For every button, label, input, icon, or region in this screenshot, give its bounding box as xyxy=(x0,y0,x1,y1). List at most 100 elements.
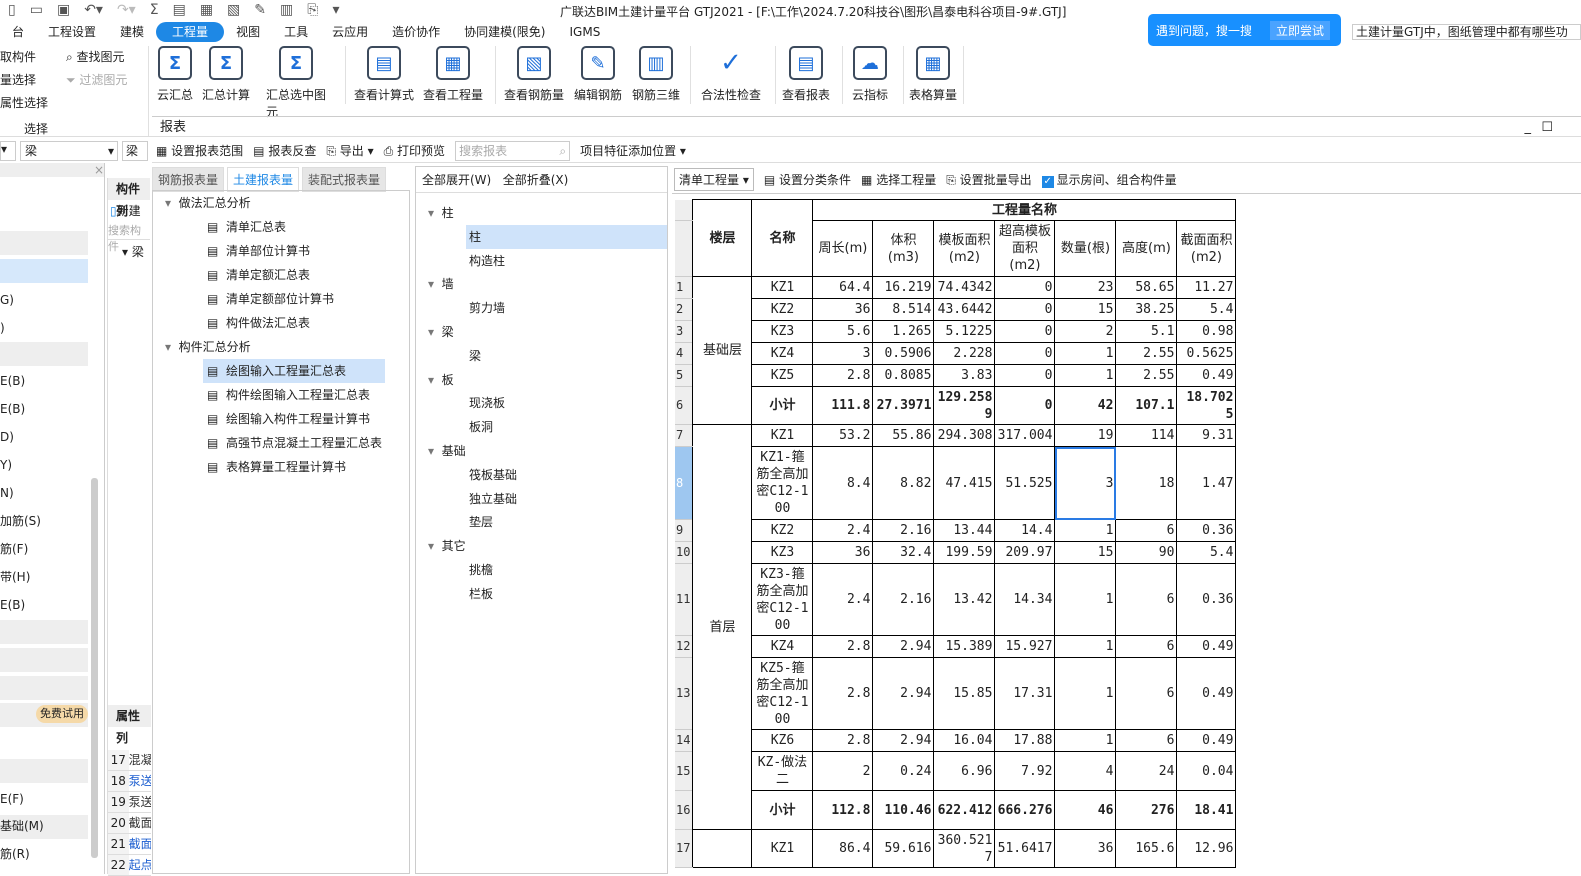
value-cell[interactable]: 55.86 xyxy=(872,424,935,447)
ribbon-pick-component[interactable]: 取构件 xyxy=(0,48,36,65)
property-row[interactable]: 22 起点 xyxy=(108,855,151,876)
menu-item[interactable]: 台 xyxy=(0,22,36,42)
row-number[interactable]: 6 xyxy=(675,386,693,425)
batch-export-button[interactable]: ⎘ 设置批量导出 xyxy=(946,171,1031,188)
category-item[interactable]: 挑檐 xyxy=(466,558,667,582)
menu-item[interactable]: 工程量 xyxy=(156,22,225,42)
nav-item[interactable]: 加筋(S) xyxy=(0,509,88,533)
value-cell[interactable]: 107.1 xyxy=(1115,386,1178,425)
name-cell[interactable]: KZ1 xyxy=(751,829,814,868)
value-cell[interactable]: 0.49 xyxy=(1176,729,1237,752)
report-item[interactable]: ▤ 清单定额汇总表 xyxy=(203,263,385,287)
report-item[interactable]: ▤ 绘图输入构件工程量计算书 xyxy=(203,407,385,431)
row-header[interactable] xyxy=(675,220,693,277)
value-cell[interactable]: 2.4 xyxy=(812,563,874,636)
value-cell[interactable]: 1 xyxy=(1054,364,1117,387)
value-cell[interactable]: 6 xyxy=(1115,563,1178,636)
column-header[interactable]: 高度(m) xyxy=(1115,220,1178,277)
report-tab[interactable]: 土建报表量 xyxy=(227,167,300,192)
customize-icon[interactable]: ▾ xyxy=(332,2,339,22)
category-item[interactable]: 垫层 xyxy=(466,510,667,534)
value-cell[interactable]: 17.88 xyxy=(994,729,1056,752)
value-cell[interactable]: 110.46 xyxy=(872,790,935,830)
value-cell[interactable]: 1 xyxy=(1054,635,1117,658)
nav-item[interactable]: E(B) xyxy=(0,397,88,421)
ribbon-batch-select[interactable]: 量选择 xyxy=(0,71,36,88)
row-number[interactable]: 3 xyxy=(675,320,693,343)
value-cell[interactable]: 0.49 xyxy=(1176,635,1237,658)
value-cell[interactable]: 0.98 xyxy=(1176,320,1237,343)
name-cell[interactable]: 小计 xyxy=(751,790,814,830)
value-cell[interactable]: 46 xyxy=(1054,790,1117,830)
help-search-input[interactable]: 土建计量GTJ中，图纸管理中都有哪些功 xyxy=(1352,24,1581,40)
floor-dropdown[interactable]: ▾ xyxy=(0,141,16,161)
category-item[interactable]: 栏板 xyxy=(466,582,667,606)
feature-position-dropdown[interactable]: 项目特征添加位置 ▾ xyxy=(580,142,686,159)
export-button[interactable]: ⎘ 导出 ▾ xyxy=(326,142,373,159)
value-cell[interactable]: 2.8 xyxy=(812,364,874,387)
classify-condition-button[interactable]: ▤ 设置分类条件 xyxy=(764,171,851,188)
value-cell[interactable]: 8.514 xyxy=(872,298,935,321)
menu-item[interactable]: 工具 xyxy=(272,22,320,42)
value-cell[interactable]: 2.94 xyxy=(872,657,935,730)
property-row[interactable]: 18 泵送 xyxy=(108,771,151,792)
value-cell[interactable]: 165.6 xyxy=(1115,829,1178,868)
value-cell[interactable]: 15.85 xyxy=(933,657,996,730)
select-quantity-button[interactable]: ▦ 选择工程量 xyxy=(861,171,936,188)
nav-group-row[interactable] xyxy=(0,342,88,366)
report-item[interactable]: ▤ 绘图输入工程量汇总表 xyxy=(203,359,385,383)
scrollbar[interactable] xyxy=(91,478,98,858)
value-cell[interactable]: 47.415 xyxy=(933,446,996,520)
value-cell[interactable]: 6 xyxy=(1115,657,1178,730)
menu-item[interactable]: 工程设置 xyxy=(36,22,108,42)
close-icon[interactable]: × xyxy=(0,163,104,177)
category-item[interactable]: 板洞 xyxy=(466,415,667,439)
nav-group-row[interactable] xyxy=(0,648,88,672)
property-row[interactable]: 21 截面 xyxy=(108,834,151,855)
nav-item[interactable]: Y) xyxy=(0,453,88,477)
value-cell[interactable]: 114 xyxy=(1115,424,1178,447)
report-item[interactable]: ▤ 构件做法汇总表 xyxy=(203,311,385,335)
value-cell[interactable]: 294.308 xyxy=(933,424,996,447)
expand-all-button[interactable]: 全部展开(W) xyxy=(422,173,491,187)
value-cell[interactable]: 15.389 xyxy=(933,635,996,658)
name-cell[interactable]: KZ-做法二 xyxy=(751,751,814,791)
edit-rebar-button[interactable]: ✎ 编辑钢筋 xyxy=(568,46,628,103)
value-cell[interactable]: 19 xyxy=(1054,424,1117,447)
nav-item[interactable]: ) xyxy=(0,316,88,340)
value-cell[interactable]: 4 xyxy=(1054,751,1117,791)
row-number[interactable]: 11 xyxy=(675,563,693,636)
value-cell[interactable]: 51.525 xyxy=(994,446,1056,520)
value-cell[interactable]: 86.4 xyxy=(812,829,874,868)
column-header[interactable]: 周长(m) xyxy=(812,220,874,277)
value-cell[interactable]: 0.5625 xyxy=(1176,342,1237,365)
row-number[interactable]: 4 xyxy=(675,342,693,365)
column-header[interactable]: 截面面积(m2) xyxy=(1176,220,1237,277)
report-item[interactable]: ▤ 清单定额部位计算书 xyxy=(203,287,385,311)
row-number[interactable]: 8 xyxy=(675,446,693,520)
rebar-3d-button[interactable]: ▥ 钢筋三维 xyxy=(626,46,686,103)
value-cell[interactable]: 0 xyxy=(994,276,1056,299)
value-cell[interactable]: 74.4342 xyxy=(933,276,996,299)
rebar-icon[interactable]: ▧ xyxy=(227,2,240,22)
report-search-input[interactable]: 搜索报表 ⌕ xyxy=(455,140,571,161)
name-cell[interactable]: KZ2 xyxy=(751,298,814,321)
floor-cell[interactable] xyxy=(692,829,753,868)
value-cell[interactable]: 199.59 xyxy=(933,541,996,564)
value-cell[interactable]: 2.16 xyxy=(872,563,935,636)
value-cell[interactable]: 16.04 xyxy=(933,729,996,752)
menu-item[interactable]: 视图 xyxy=(224,22,272,42)
value-cell[interactable]: 27.3971 xyxy=(872,386,935,425)
value-cell[interactable]: 43.6442 xyxy=(933,298,996,321)
value-cell[interactable]: 0 xyxy=(994,342,1056,365)
nav-group-row[interactable] xyxy=(0,620,88,644)
value-cell[interactable]: 53.2 xyxy=(812,424,874,447)
undo-icon[interactable]: ↶▾ xyxy=(84,2,103,22)
value-cell[interactable]: 32.4 xyxy=(872,541,935,564)
value-cell[interactable]: 2.94 xyxy=(872,635,935,658)
table-calc-button[interactable]: ▦ 表格算量 xyxy=(903,46,963,103)
name-cell[interactable]: KZ5-箍筋全高加密C12-100 xyxy=(751,657,814,730)
row-number[interactable]: 10 xyxy=(675,541,693,564)
report-item[interactable]: ▤ 构件绘图输入工程量汇总表 xyxy=(203,383,385,407)
value-cell[interactable]: 6.96 xyxy=(933,751,996,791)
